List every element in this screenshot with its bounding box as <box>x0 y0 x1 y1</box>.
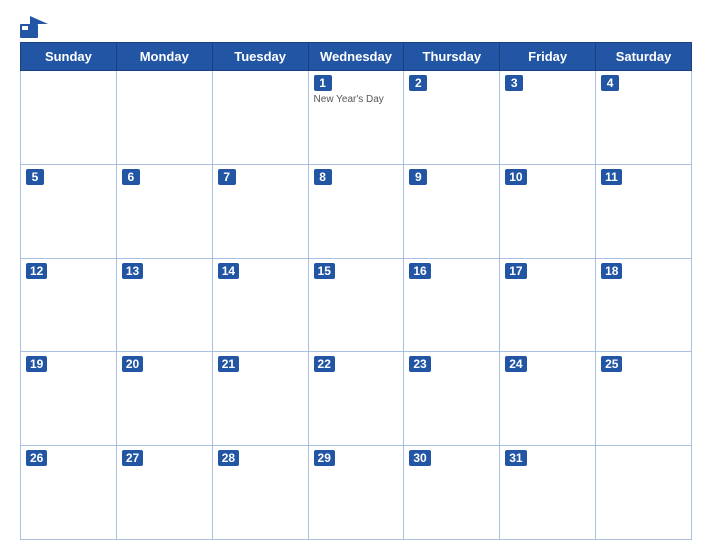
day-number: 16 <box>409 263 430 279</box>
calendar-day-cell: 29 <box>308 446 404 540</box>
day-number: 9 <box>409 169 427 185</box>
calendar-day-cell: 18 <box>596 258 692 352</box>
day-number: 6 <box>122 169 140 185</box>
day-number: 13 <box>122 263 143 279</box>
calendar-header-row: SundayMondayTuesdayWednesdayThursdayFrid… <box>21 43 692 71</box>
calendar-day-cell: 9 <box>404 164 500 258</box>
calendar-day-cell: 31 <box>500 446 596 540</box>
day-number: 28 <box>218 450 239 466</box>
day-number: 21 <box>218 356 239 372</box>
calendar-day-cell: 24 <box>500 352 596 446</box>
day-number: 4 <box>601 75 619 91</box>
day-number: 5 <box>26 169 44 185</box>
calendar-table: SundayMondayTuesdayWednesdayThursdayFrid… <box>20 42 692 540</box>
day-number: 18 <box>601 263 622 279</box>
calendar-day-cell: 5 <box>21 164 117 258</box>
calendar-day-cell: 10 <box>500 164 596 258</box>
calendar-week-row: 19 20 21 22 23 24 25 <box>21 352 692 446</box>
calendar-day-cell: 13 <box>116 258 212 352</box>
calendar-week-row: 5 6 7 8 9 10 11 <box>21 164 692 258</box>
calendar-day-cell: 15 <box>308 258 404 352</box>
calendar-day-cell: 16 <box>404 258 500 352</box>
calendar-day-cell: 19 <box>21 352 117 446</box>
calendar-day-cell: 6 <box>116 164 212 258</box>
day-of-week-header: Friday <box>500 43 596 71</box>
calendar-day-cell <box>596 446 692 540</box>
day-of-week-header: Saturday <box>596 43 692 71</box>
calendar-day-cell <box>21 71 117 165</box>
logo-icon <box>20 16 48 38</box>
day-of-week-header: Thursday <box>404 43 500 71</box>
calendar-day-cell: 2 <box>404 71 500 165</box>
calendar-day-cell: 21 <box>212 352 308 446</box>
logo <box>20 16 52 38</box>
day-number: 17 <box>505 263 526 279</box>
day-number: 23 <box>409 356 430 372</box>
day-of-week-header: Wednesday <box>308 43 404 71</box>
calendar-day-cell <box>116 71 212 165</box>
day-number: 19 <box>26 356 47 372</box>
calendar-day-cell: 22 <box>308 352 404 446</box>
day-of-week-header: Sunday <box>21 43 117 71</box>
day-number: 11 <box>601 169 622 185</box>
calendar-day-cell: 3 <box>500 71 596 165</box>
day-event: New Year's Day <box>314 94 399 105</box>
calendar-day-cell: 11 <box>596 164 692 258</box>
day-of-week-header: Tuesday <box>212 43 308 71</box>
calendar-week-row: 26 27 28 29 30 31 <box>21 446 692 540</box>
calendar-day-cell: 27 <box>116 446 212 540</box>
calendar-day-cell: 4 <box>596 71 692 165</box>
calendar-header <box>20 10 692 42</box>
day-number: 3 <box>505 75 523 91</box>
day-number: 31 <box>505 450 526 466</box>
day-number: 29 <box>314 450 335 466</box>
day-number: 26 <box>26 450 47 466</box>
day-number: 8 <box>314 169 332 185</box>
calendar-week-row: 12 13 14 15 16 17 18 <box>21 258 692 352</box>
day-number: 10 <box>505 169 526 185</box>
calendar-day-cell: 28 <box>212 446 308 540</box>
day-number: 20 <box>122 356 143 372</box>
day-number: 2 <box>409 75 427 91</box>
calendar-day-cell: 26 <box>21 446 117 540</box>
day-number: 22 <box>314 356 335 372</box>
day-number: 30 <box>409 450 430 466</box>
calendar-day-cell: 23 <box>404 352 500 446</box>
day-number: 1 <box>314 75 332 91</box>
day-number: 25 <box>601 356 622 372</box>
calendar-day-cell: 7 <box>212 164 308 258</box>
day-number: 14 <box>218 263 239 279</box>
day-number: 24 <box>505 356 526 372</box>
day-number: 27 <box>122 450 143 466</box>
calendar-day-cell: 25 <box>596 352 692 446</box>
calendar-day-cell: 1 New Year's Day <box>308 71 404 165</box>
calendar-day-cell: 30 <box>404 446 500 540</box>
calendar-week-row: 1 New Year's Day 2 3 4 <box>21 71 692 165</box>
calendar-day-cell <box>212 71 308 165</box>
day-number: 7 <box>218 169 236 185</box>
calendar-day-cell: 17 <box>500 258 596 352</box>
day-number: 15 <box>314 263 335 279</box>
calendar-day-cell: 20 <box>116 352 212 446</box>
day-number: 12 <box>26 263 47 279</box>
calendar-day-cell: 8 <box>308 164 404 258</box>
day-of-week-header: Monday <box>116 43 212 71</box>
calendar-day-cell: 12 <box>21 258 117 352</box>
calendar-day-cell: 14 <box>212 258 308 352</box>
